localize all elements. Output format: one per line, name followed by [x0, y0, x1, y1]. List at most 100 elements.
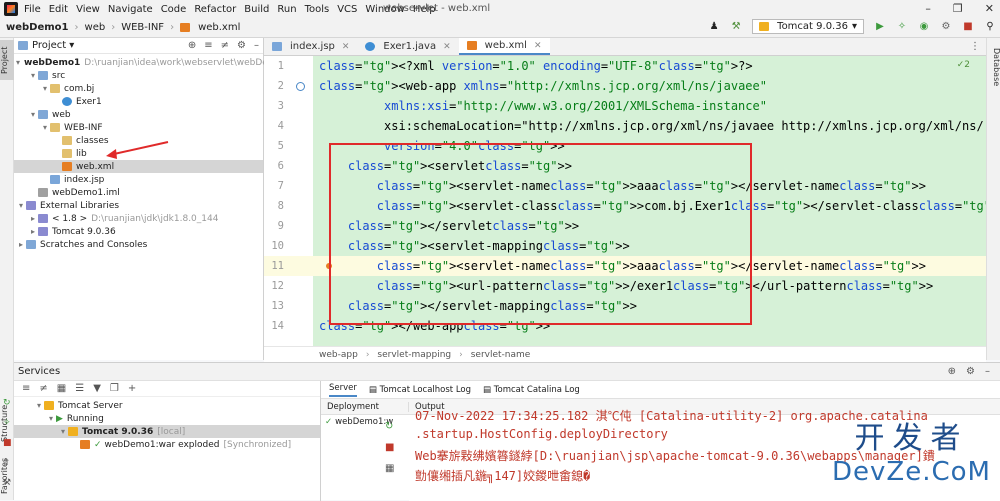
tab-server[interactable]: Server — [329, 383, 357, 397]
add-icon[interactable]: ⊕ — [948, 366, 956, 377]
build-hammer-icon[interactable]: ⚒ — [730, 21, 742, 33]
stop-icon[interactable]: ■ — [3, 438, 12, 448]
service-running[interactable]: ▾ ▶ Running — [14, 412, 320, 425]
project-tool-tab[interactable]: Project — [0, 40, 14, 80]
expand-all-icon[interactable]: ≡ — [204, 40, 212, 51]
crumb-web[interactable]: web — [85, 22, 106, 33]
tab-web-xml[interactable]: web.xml ✕ — [458, 38, 550, 55]
service-artifact[interactable]: ✓ webDemo1:war exploded [Synchronized] — [14, 438, 320, 451]
tab-localhost-log[interactable]: ▤ Tomcat Localhost Log — [369, 385, 471, 395]
servlet-gutter-icon[interactable] — [296, 82, 305, 91]
collapse-all-icon[interactable]: ≠ — [221, 40, 229, 51]
tomcat-icon — [44, 401, 54, 410]
coverage-icon[interactable]: ◉ — [918, 21, 930, 33]
line-number: 8 — [277, 200, 284, 212]
tomcat-icon — [68, 427, 78, 436]
tree-item-src[interactable]: ▾ src — [14, 69, 263, 82]
menu-edit[interactable]: Edit — [49, 4, 68, 15]
project-panel: Project ▾ ⊕ ≡ ≠ ⚙ – ▾ webDemo1 D:\ruanjian… — [14, 38, 288, 360]
debug-icon[interactable]: ✧ — [896, 21, 908, 33]
source-folder-icon — [38, 71, 48, 80]
collapse-all-icon[interactable]: ≠ — [39, 383, 47, 394]
run-icon: ▶ — [56, 413, 63, 424]
menu-tools[interactable]: Tools — [305, 4, 330, 15]
rerun-icon[interactable]: ↻ — [3, 398, 12, 408]
close-tab-icon[interactable]: ✕ — [342, 42, 350, 52]
redeploy-icon[interactable]: ↻ — [385, 421, 394, 432]
folder-icon — [62, 136, 72, 145]
crumb-servlet-mapping[interactable]: servlet-mapping — [377, 350, 451, 360]
menu-build[interactable]: Build — [244, 4, 269, 15]
tree-icon[interactable]: ☰ — [75, 383, 84, 394]
jdk-icon — [38, 214, 48, 223]
tree-item-webdemo1[interactable]: ▾ webDemo1 D:\ruanjian\idea\work\webservle… — [14, 56, 288, 69]
services-detail: Server ▤ Tomcat Localhost Log ▤ Tomcat C… — [320, 381, 1000, 501]
line-number: 11 — [271, 260, 284, 272]
tree-item-external-libraries[interactable]: ▾ External Libraries — [14, 199, 263, 212]
hide-icon[interactable]: – — [254, 40, 259, 51]
editor-breadcrumb: web-app › servlet-mapping › servlet-name — [264, 346, 986, 362]
tree-item-jdk[interactable]: ▸ < 1.8 > D:\ruanjian\jdk\jdk1.8.0_144 — [14, 212, 263, 225]
run-icon[interactable]: ▶ — [874, 21, 886, 33]
tree-item-scratches[interactable]: ▸ Scratches and Consoles — [14, 238, 263, 251]
menu-vcs[interactable]: VCS — [337, 4, 357, 15]
menu-code[interactable]: Code — [161, 4, 187, 15]
crumb-project[interactable]: webDemo1 — [6, 22, 69, 33]
tab-index-jsp[interactable]: index.jsp ✕ — [264, 38, 357, 55]
database-tool-tab[interactable]: Database — [987, 42, 1000, 92]
minimize-icon[interactable]: – — [925, 2, 931, 15]
service-tomcat-local[interactable]: ▾ Tomcat 9.0.36 [local] — [14, 425, 320, 438]
wrench-icon[interactable]: ⚒ — [3, 478, 12, 488]
crumb-web-app[interactable]: web-app — [319, 350, 358, 360]
crumb-servlet-name[interactable]: servlet-name — [471, 350, 531, 360]
artifact-icon[interactable]: ▦ — [385, 463, 394, 474]
hide-icon[interactable]: – — [985, 366, 990, 377]
menu-file[interactable]: File — [24, 4, 41, 15]
restore-icon[interactable]: ❐ — [953, 2, 963, 15]
add-service-icon[interactable]: + — [128, 383, 136, 394]
stop-icon[interactable]: ■ — [962, 21, 974, 33]
window-title: webservlet - web.xml — [383, 3, 491, 14]
user-icon[interactable]: ♟ — [708, 21, 720, 33]
tab-exer1-java[interactable]: Exer1.java ✕ — [357, 38, 458, 55]
deploy-icon[interactable]: ⇧ — [3, 458, 12, 468]
tree-item-web-inf[interactable]: ▾ WEB-INF — [14, 121, 263, 134]
tree-item-iml[interactable]: webDemo1.iml — [14, 186, 263, 199]
gear-icon[interactable]: ⚙ — [237, 40, 246, 51]
locate-icon[interactable]: ⊕ — [188, 40, 196, 51]
tree-item-package[interactable]: ▾ com.bj — [14, 82, 263, 95]
output-console[interactable]: 07-Nov-2022 17:34:25.182 淇℃伅 [Catalina-u… — [409, 409, 1000, 501]
expand-all-icon[interactable]: ≡ — [22, 383, 30, 394]
gear-icon[interactable]: ⚙ — [966, 366, 975, 377]
tab-menu-icon[interactable]: ⋮ — [970, 41, 980, 52]
tree-item-index-jsp[interactable]: index.jsp — [14, 173, 263, 186]
close-tab-icon[interactable]: ✕ — [534, 41, 542, 51]
tree-item-web[interactable]: ▾ web — [14, 108, 263, 121]
deployment-item[interactable]: ✓ webDemo1:w — [321, 415, 409, 428]
debug-icon[interactable]: ✧ — [3, 418, 12, 428]
new-tab-icon[interactable]: ❐ — [110, 383, 119, 394]
crumb-web-inf[interactable]: WEB-INF — [121, 22, 164, 33]
menu-view[interactable]: View — [76, 4, 100, 15]
search-icon[interactable]: ⚲ — [984, 21, 996, 33]
close-tab-icon[interactable]: ✕ — [443, 42, 451, 52]
menu-refactor[interactable]: Refactor — [194, 4, 236, 15]
profile-icon[interactable]: ⚙ — [940, 21, 952, 33]
run-config-select[interactable]: Tomcat 9.0.36 ▾ — [752, 19, 864, 34]
inspection-check-icon[interactable]: ✓2 — [957, 60, 970, 70]
chevron-down-icon[interactable]: ▾ — [69, 40, 74, 51]
menu-run[interactable]: Run — [277, 4, 296, 15]
tree-item-tomcat-lib[interactable]: ▸ Tomcat 9.0.36 — [14, 225, 263, 238]
crumb-file[interactable]: web.xml — [198, 22, 240, 33]
service-tomcat-server[interactable]: ▾ Tomcat Server — [14, 399, 320, 412]
stop-icon[interactable]: ■ — [385, 442, 394, 453]
close-icon[interactable]: ✕ — [985, 2, 994, 15]
menu-navigate[interactable]: Navigate — [108, 4, 153, 15]
intellij-logo-icon — [4, 2, 18, 16]
project-panel-title[interactable]: Project — [32, 40, 66, 51]
filter-icon[interactable]: ▼ — [93, 383, 101, 394]
services-title: Services — [18, 366, 61, 377]
tab-catalina-log[interactable]: ▤ Tomcat Catalina Log — [483, 385, 580, 395]
tree-item-class[interactable]: Exer1 — [14, 95, 263, 108]
group-icon[interactable]: ▦ — [57, 383, 66, 394]
